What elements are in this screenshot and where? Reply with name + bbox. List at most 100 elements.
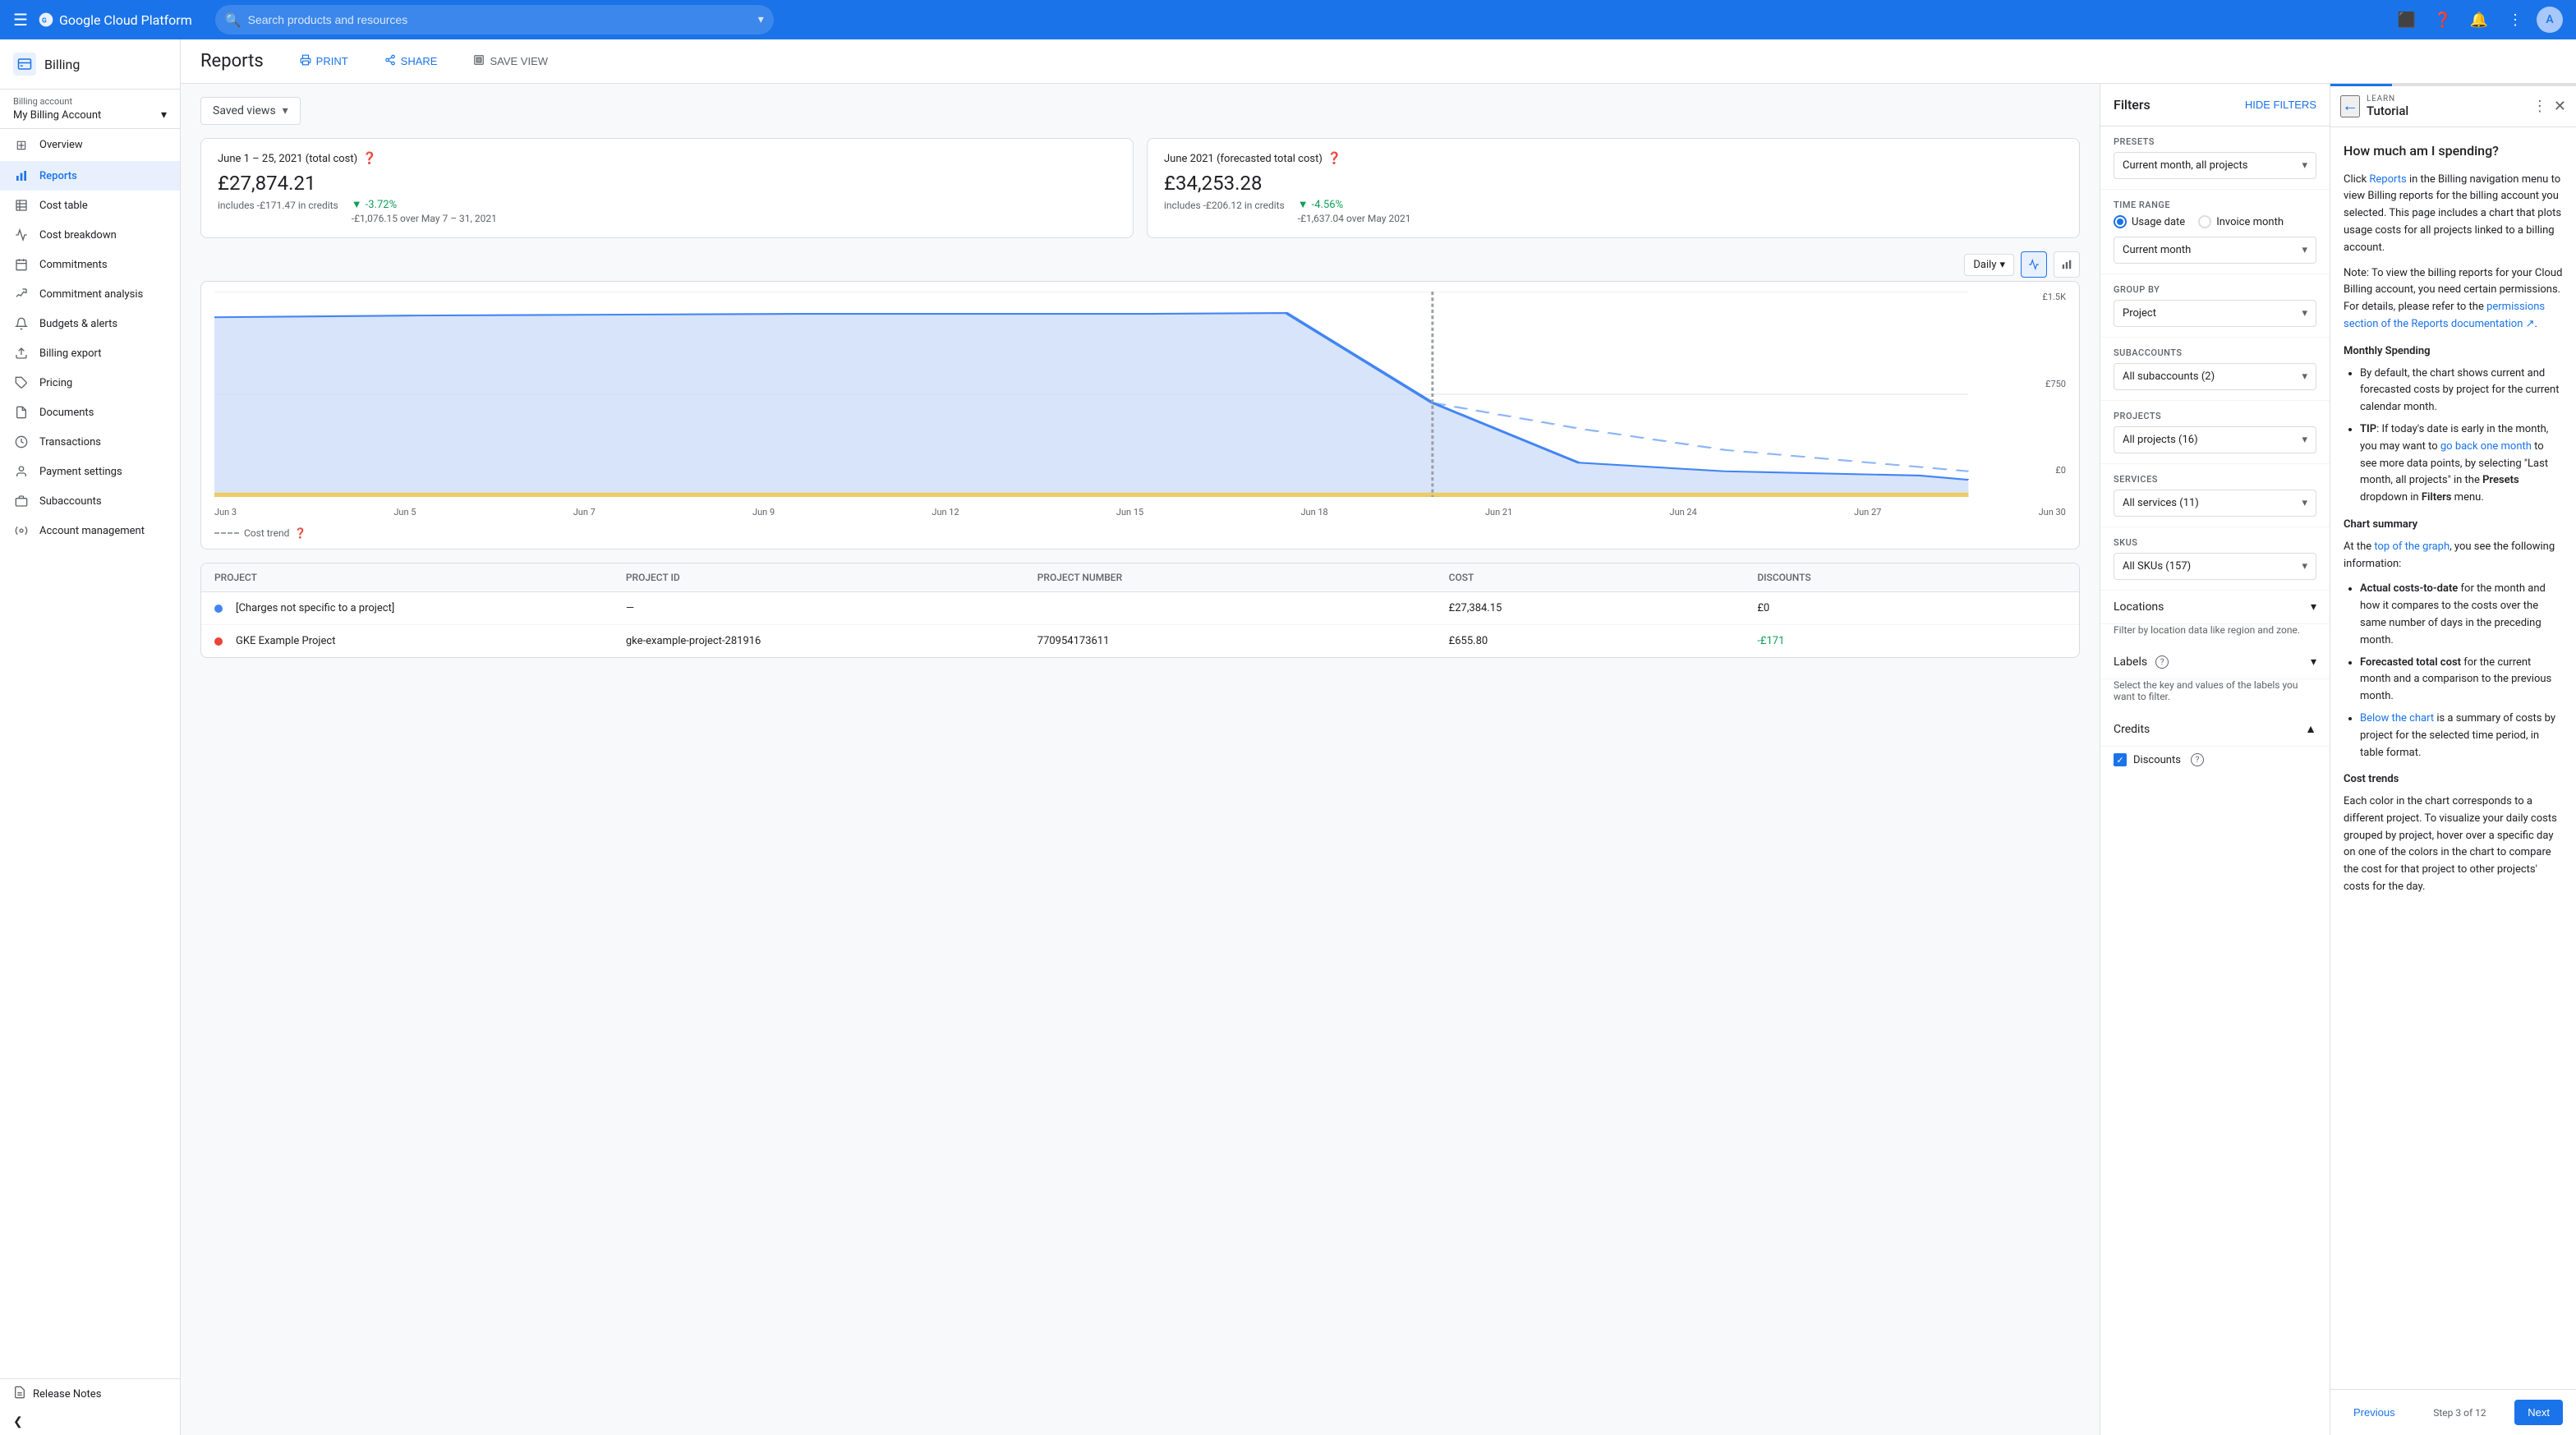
sidebar-collapse-button[interactable]: ❮: [0, 1409, 180, 1435]
search-icon: 🔍: [225, 12, 242, 28]
tutorial-below-chart-link[interactable]: Below the chart: [2360, 712, 2434, 724]
tutorial-close-icon[interactable]: ✕: [2554, 98, 2566, 115]
invoice-month-label: Invoice month: [2216, 216, 2284, 228]
presets-value: Current month, all projects: [2123, 159, 2247, 172]
usage-date-label: Usage date: [2132, 216, 2185, 228]
tutorial-previous-button[interactable]: Previous: [2344, 1401, 2405, 1424]
sidebar-footer[interactable]: Release Notes: [0, 1378, 180, 1409]
list-item: TIP: If today's date is early in the mon…: [2360, 421, 2563, 507]
sidebar-item-reports[interactable]: Reports: [0, 161, 180, 191]
discounts-checkbox[interactable]: ✓: [2114, 753, 2127, 766]
tutorial-go-back-link[interactable]: go back one month: [2440, 440, 2532, 453]
projects-select[interactable]: All projects (16) ▾: [2114, 426, 2316, 453]
sidebar-item-pricing[interactable]: Pricing: [0, 368, 180, 398]
chart-x-labels: Jun 3 Jun 5 Jun 7 Jun 9 Jun 12 Jun 15 Ju…: [214, 504, 2066, 521]
sidebar-item-documents[interactable]: Documents: [0, 398, 180, 427]
sidebar-item-subaccounts[interactable]: Subaccounts: [0, 486, 180, 516]
discounts-help-icon[interactable]: ?: [2191, 753, 2204, 766]
page-title: Reports: [200, 51, 264, 71]
sidebar-item-budgets-alerts[interactable]: Budgets & alerts: [0, 309, 180, 338]
sidebar-item-label: Account management: [39, 525, 145, 537]
list-item: Actual costs-to-date for the month and h…: [2360, 581, 2563, 649]
tutorial-footer: Previous Step 3 of 12 Next: [2330, 1389, 2576, 1435]
check-icon: ✓: [2116, 755, 2123, 766]
tutorial-permissions-link[interactable]: permissions section of the Reports docum…: [2344, 301, 2545, 330]
cost-trend-help-icon[interactable]: ❓: [294, 527, 306, 539]
subaccounts-select[interactable]: All subaccounts (2) ▾: [2114, 363, 2316, 390]
subaccounts-value: All subaccounts (2): [2123, 370, 2215, 383]
credits-section[interactable]: Credits ▲: [2100, 712, 2330, 747]
cost-table-icon: [13, 199, 30, 212]
sidebar-item-label: Billing export: [39, 347, 101, 360]
help-icon[interactable]: ❓: [2428, 5, 2458, 34]
group-by-select[interactable]: Project ▾: [2114, 300, 2316, 327]
sidebar-item-commitments[interactable]: Commitments: [0, 250, 180, 279]
labels-help-icon[interactable]: ?: [2155, 655, 2169, 669]
tutorial-next-button[interactable]: Next: [2514, 1400, 2563, 1425]
daily-select[interactable]: Daily ▾: [1964, 254, 2014, 276]
current-month-select[interactable]: Current month ▾: [2114, 237, 2316, 264]
sidebar-item-commitment-analysis[interactable]: Commitment analysis: [0, 279, 180, 309]
cloud-shell-icon[interactable]: ⬛: [2392, 5, 2422, 34]
presets-select[interactable]: Current month, all projects ▾: [2114, 152, 2316, 179]
forecast-help-icon[interactable]: ❓: [1327, 152, 1341, 165]
usage-date-radio[interactable]: [2114, 215, 2127, 228]
tutorial-learn-label: LEARN: [2367, 94, 2408, 103]
save-view-label: SAVE VIEW: [490, 55, 548, 67]
project-name: [Charges not specific to a project]: [236, 602, 394, 614]
forecast-period: June 2021 (forecasted total cost) ❓: [1164, 152, 2063, 165]
chart-summary-intro: At the top of the graph, you see the fol…: [2344, 539, 2563, 573]
release-notes-icon: [13, 1386, 26, 1402]
sidebar-item-account-management[interactable]: Account management: [0, 516, 180, 545]
actual-help-icon[interactable]: ❓: [362, 152, 376, 165]
commitments-icon: [13, 258, 30, 271]
actual-amount: £27,874.21: [218, 172, 1116, 195]
more-options-icon[interactable]: ⋮: [2500, 5, 2530, 34]
services-select[interactable]: All services (11) ▾: [2114, 490, 2316, 517]
monthly-spending-list: By default, the chart shows current and …: [2344, 366, 2563, 507]
search-input[interactable]: [248, 13, 752, 26]
x-label: Jun 15: [1116, 507, 1143, 517]
saved-views-dropdown[interactable]: Saved views ▾: [200, 97, 301, 125]
sidebar-item-cost-breakdown[interactable]: Cost breakdown: [0, 220, 180, 250]
sidebar-item-billing-export[interactable]: Billing export: [0, 338, 180, 368]
tutorial-reports-link[interactable]: Reports: [2369, 173, 2406, 186]
billing-account-arrow: ▾: [161, 108, 167, 122]
share-button[interactable]: SHARE: [375, 49, 448, 73]
sidebar-item-overview[interactable]: ⊞ Overview: [0, 129, 180, 161]
tutorial-menu-icon[interactable]: ⋮: [2532, 98, 2547, 115]
invoice-month-radio[interactable]: [2198, 215, 2211, 228]
sidebar-item-transactions[interactable]: Transactions: [0, 427, 180, 457]
hide-filters-button[interactable]: HIDE FILTERS: [2245, 99, 2316, 111]
reports-icon: [13, 169, 30, 182]
notifications-icon[interactable]: 🔔: [2464, 5, 2494, 34]
bar-chart-button[interactable]: [2054, 251, 2080, 278]
tutorial-body: How much am I spending? Click Reports in…: [2330, 127, 2576, 1389]
current-month-arrow-icon: ▾: [2302, 244, 2307, 256]
save-view-button[interactable]: SAVE VIEW: [463, 49, 558, 73]
billing-account-label: Billing account: [13, 96, 167, 107]
billing-account-select[interactable]: My Billing Account ▾: [13, 108, 167, 122]
labels-section[interactable]: Labels ? ▾: [2100, 646, 2330, 679]
invoice-month-option[interactable]: Invoice month: [2198, 215, 2284, 228]
forecast-amount: £34,253.28: [1164, 172, 2063, 195]
hamburger-menu[interactable]: ☰: [13, 10, 28, 30]
sidebar-item-payment-settings[interactable]: Payment settings: [0, 457, 180, 486]
tutorial-top-graph-link[interactable]: top of the graph: [2374, 540, 2450, 553]
avatar[interactable]: A: [2537, 7, 2563, 33]
tutorial-back-button[interactable]: ←: [2340, 95, 2360, 117]
search-dropdown-arrow[interactable]: ▾: [758, 13, 764, 26]
line-chart-button[interactable]: [2021, 251, 2047, 278]
group-by-label: Group by: [2114, 284, 2316, 295]
search-bar[interactable]: 🔍 ▾: [215, 5, 774, 34]
projects-value: All projects (16): [2123, 434, 2198, 446]
summary-card-forecast: June 2021 (forecasted total cost) ❓ £34,…: [1147, 138, 2080, 238]
overview-icon: ⊞: [13, 137, 30, 153]
sidebar-item-cost-table[interactable]: Cost table: [0, 191, 180, 220]
skus-label: SKUs: [2114, 537, 2316, 548]
print-button[interactable]: PRINT: [290, 49, 358, 73]
locations-section[interactable]: Locations ▾: [2100, 591, 2330, 624]
usage-date-option[interactable]: Usage date: [2114, 215, 2185, 228]
skus-select[interactable]: All SKUs (157) ▾: [2114, 553, 2316, 580]
forecast-change: ▼ -4.56%: [1298, 198, 1411, 211]
